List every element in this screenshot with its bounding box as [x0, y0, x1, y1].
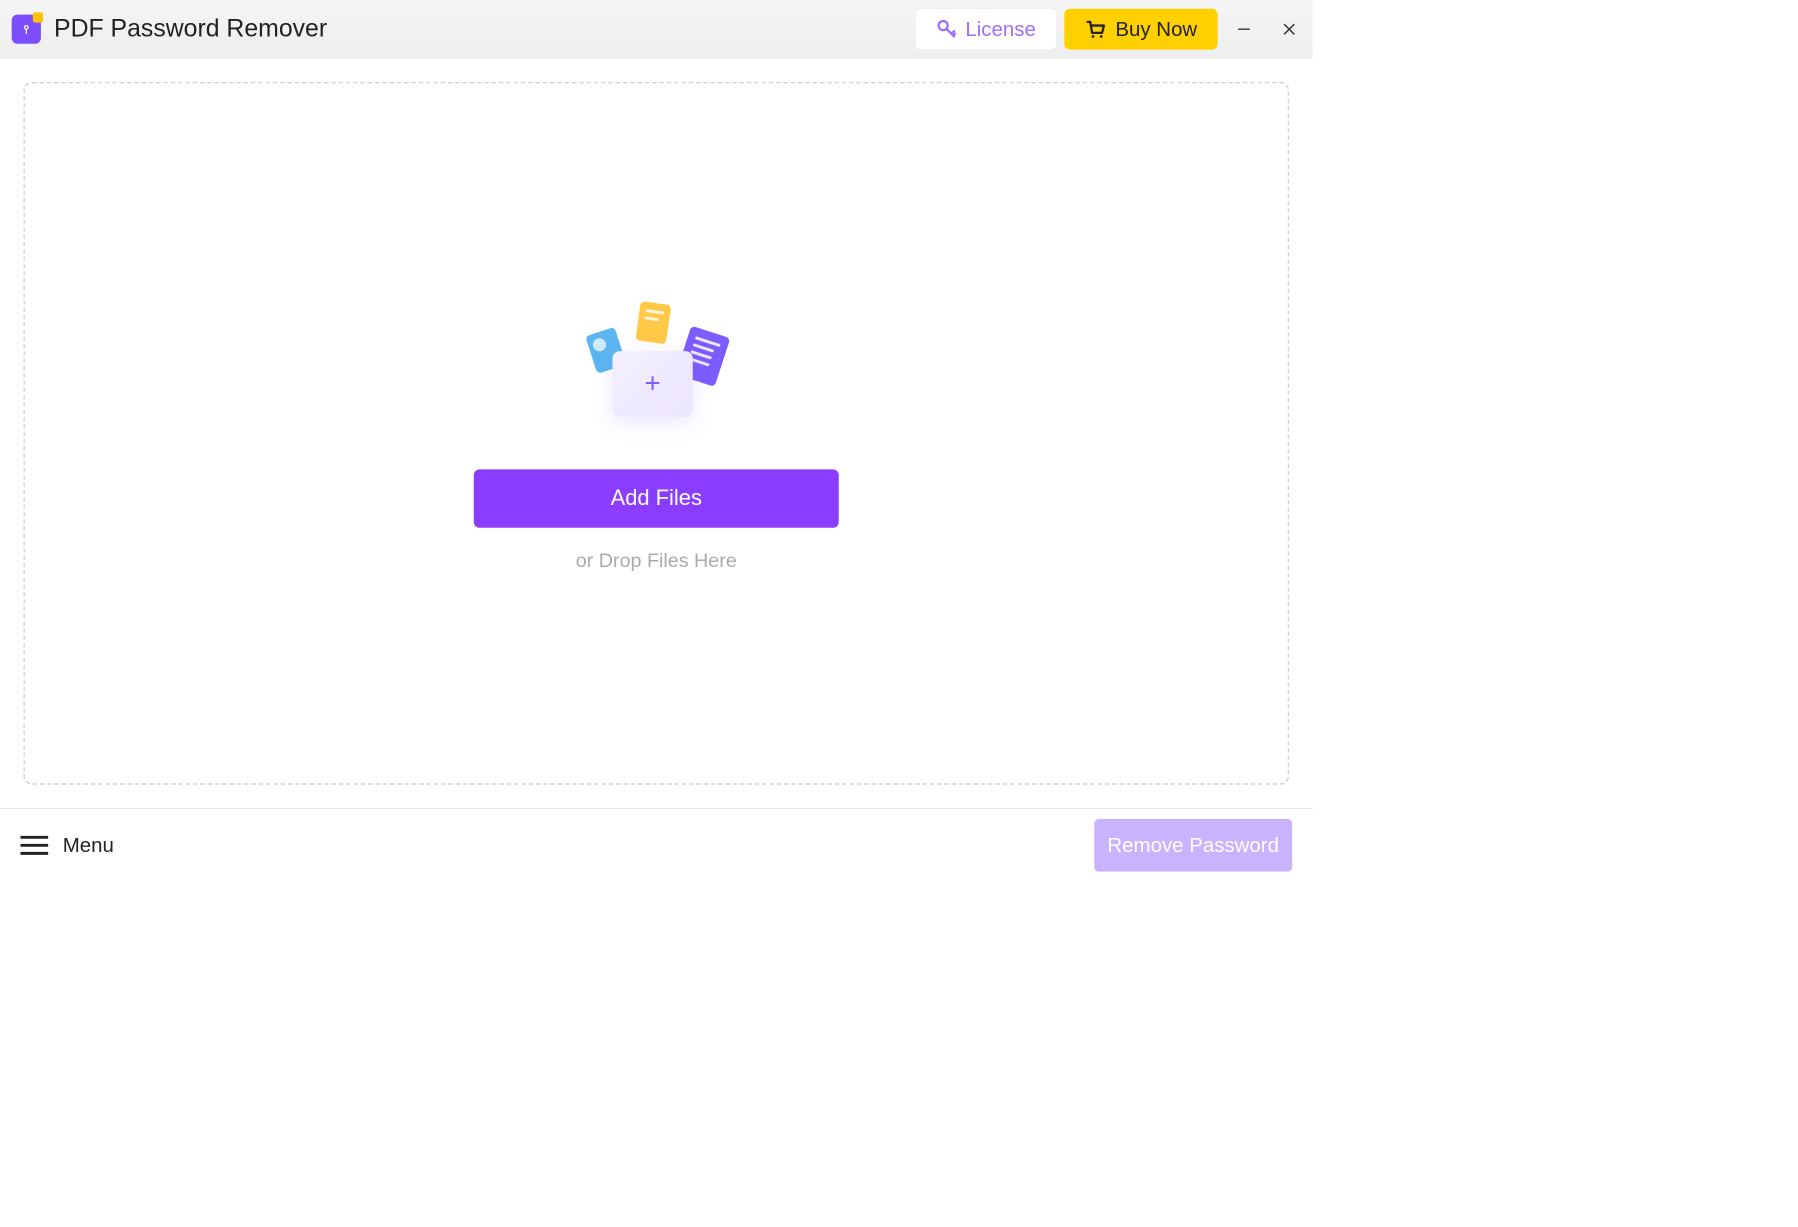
minimize-icon: [1237, 22, 1252, 37]
cart-icon: [1085, 18, 1107, 40]
buy-label: Buy Now: [1115, 17, 1197, 40]
license-label: License: [965, 17, 1035, 40]
app-title: PDF Password Remover: [54, 15, 915, 43]
remove-password-button[interactable]: Remove Password: [1094, 819, 1292, 872]
buy-now-button[interactable]: Buy Now: [1064, 8, 1217, 49]
close-button[interactable]: [1278, 17, 1301, 40]
add-files-button[interactable]: Add Files: [474, 469, 839, 527]
doc-icon-yellow: [635, 301, 671, 344]
key-icon: [936, 18, 958, 40]
plus-icon: +: [645, 368, 661, 399]
hamburger-icon: [20, 835, 48, 854]
footer-bar: Menu Remove Password: [0, 808, 1313, 881]
files-illustration: +: [576, 294, 737, 440]
main-area: + Add Files or Drop Files Here: [0, 58, 1313, 808]
drop-hint-text: or Drop Files Here: [576, 550, 737, 573]
menu-label: Menu: [63, 833, 114, 856]
title-bar: PDF Password Remover License Buy Now: [0, 0, 1313, 58]
license-button[interactable]: License: [915, 8, 1057, 50]
window-controls: [1232, 17, 1301, 40]
app-icon: [12, 14, 41, 43]
key-lock-icon: [19, 22, 34, 37]
menu-button[interactable]: Menu: [20, 833, 113, 856]
drop-zone[interactable]: + Add Files or Drop Files Here: [23, 82, 1289, 785]
minimize-button[interactable]: [1232, 17, 1255, 40]
doc-icon-add: +: [612, 351, 692, 417]
close-icon: [1282, 22, 1297, 37]
